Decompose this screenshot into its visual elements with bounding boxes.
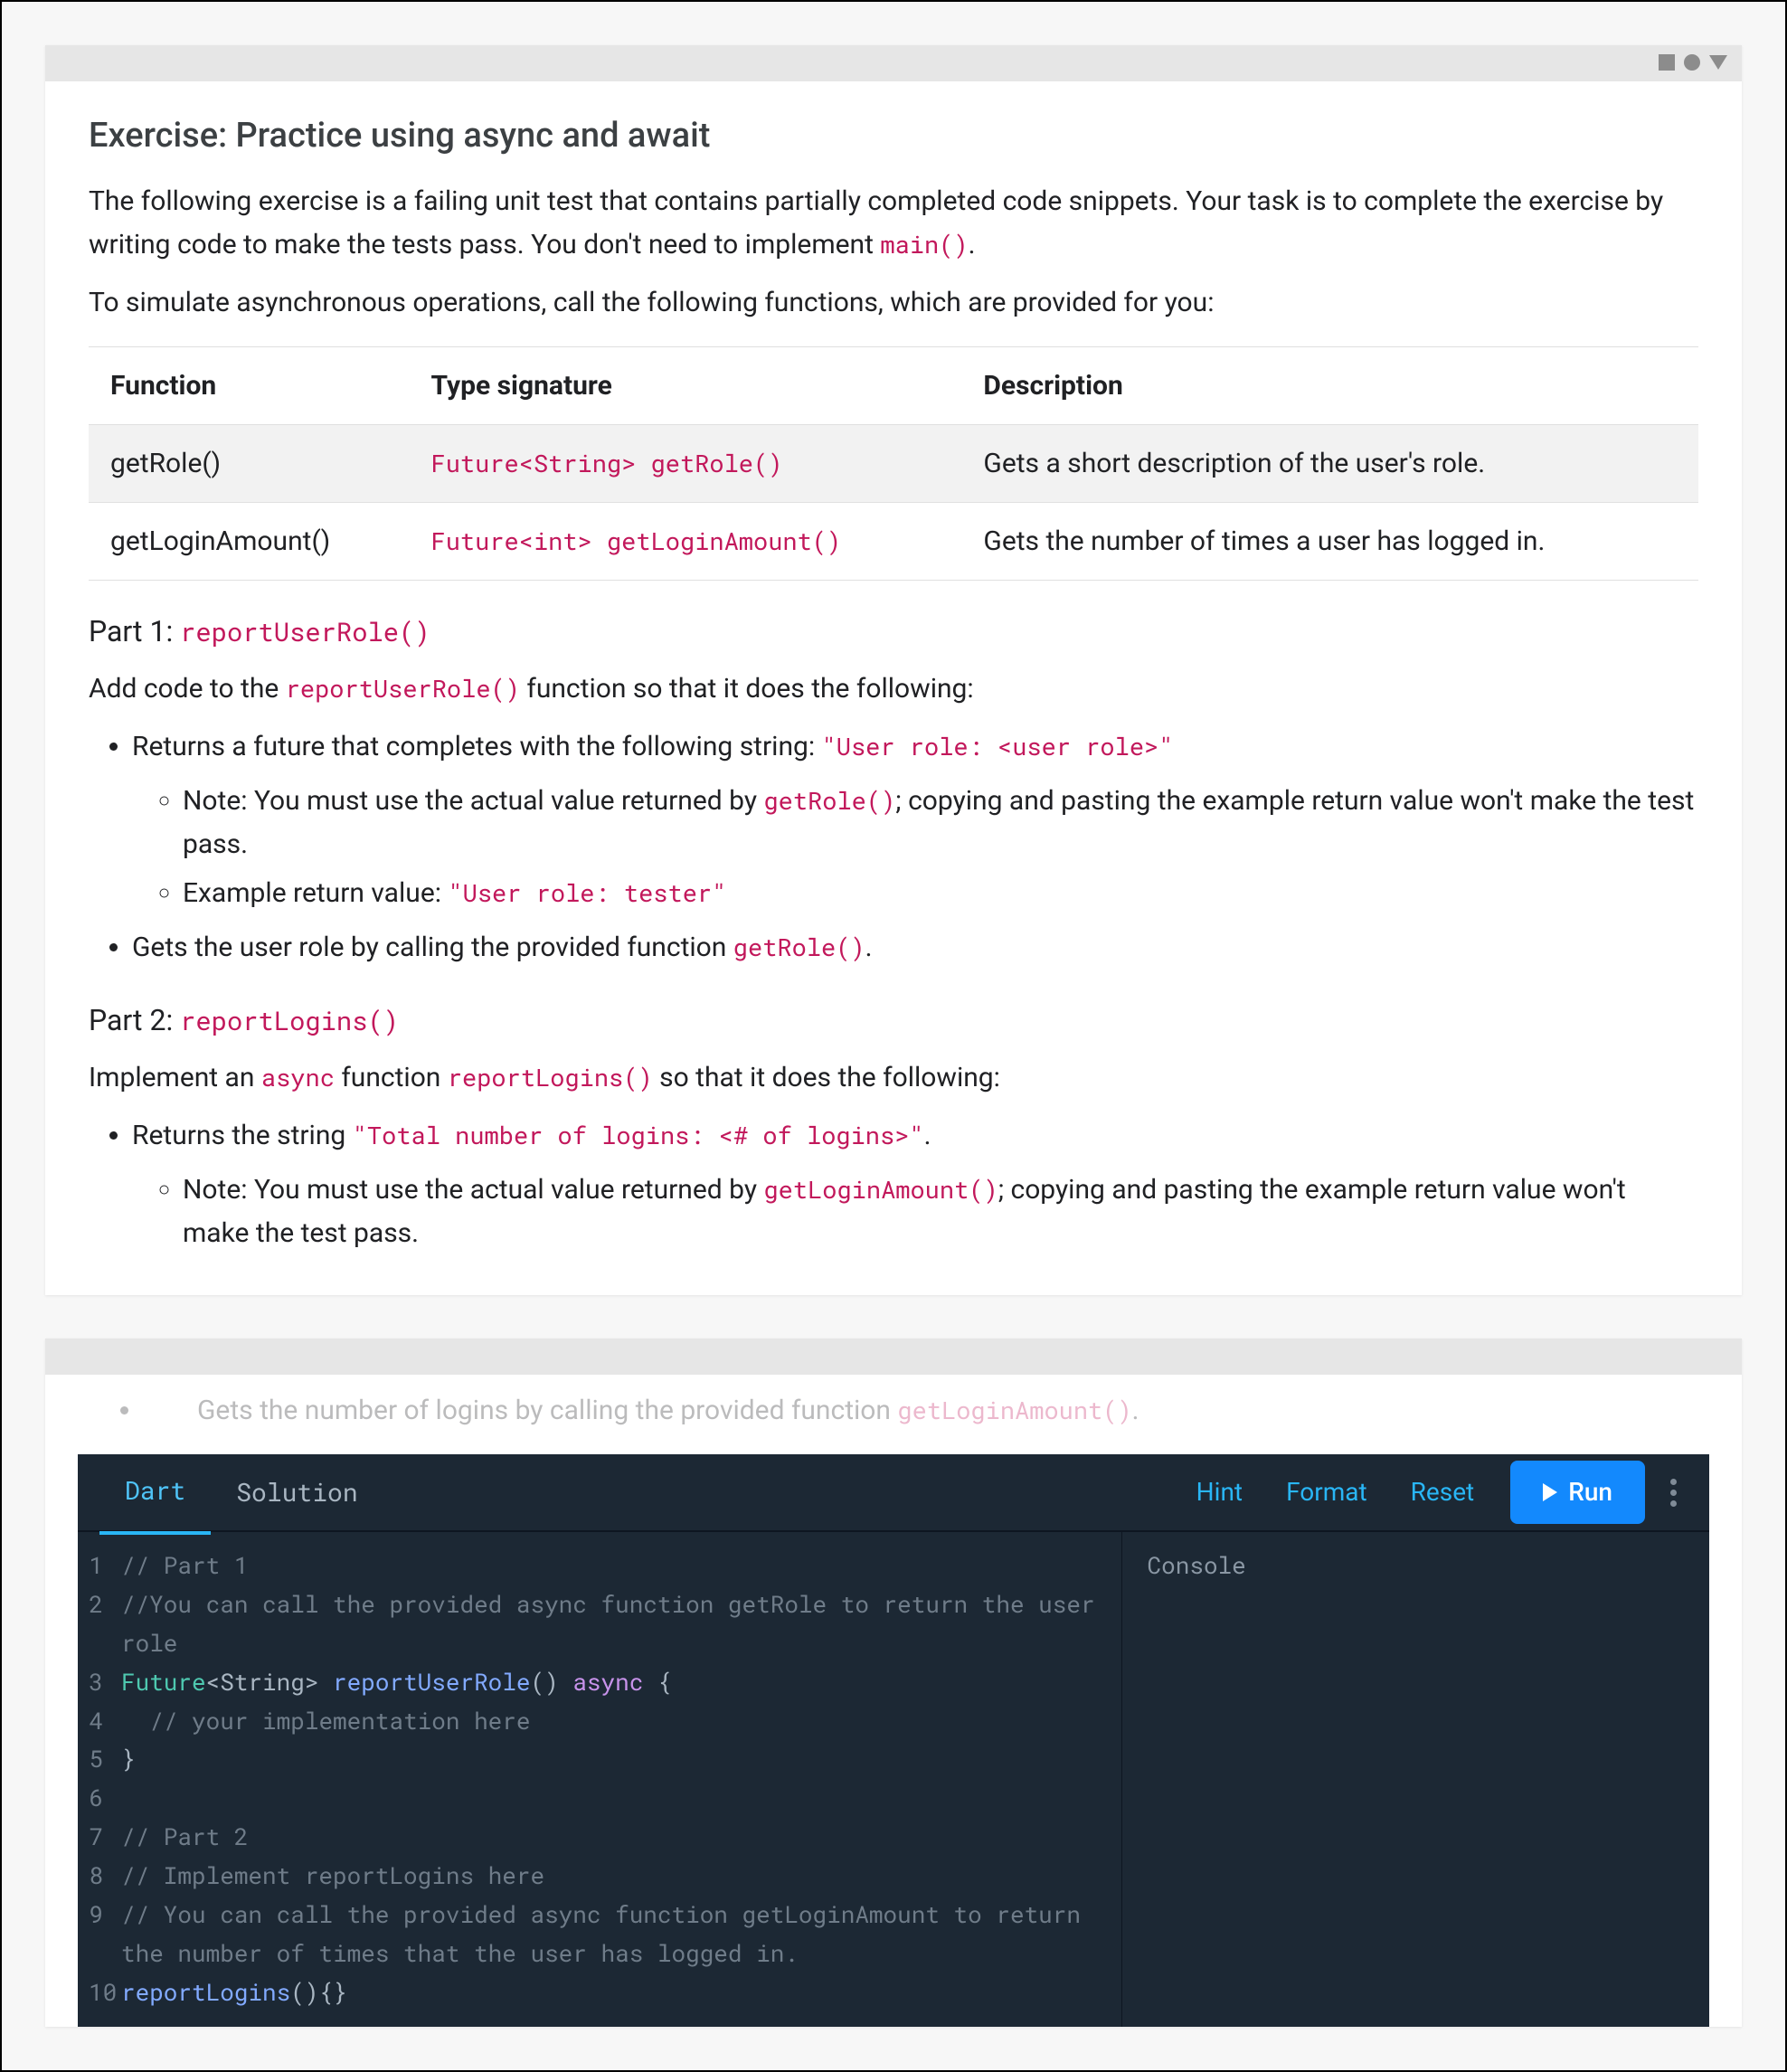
list-item: Gets the number of logins by calling the… <box>143 1386 1742 1443</box>
circle-icon[interactable] <box>1684 54 1700 71</box>
square-icon[interactable] <box>1659 1348 1675 1364</box>
sim-paragraph: To simulate asynchronous operations, cal… <box>89 281 1698 325</box>
part1-list: Returns a future that completes with the… <box>132 725 1698 970</box>
editor-tabs: Dart Solution Hint Format Reset Run <box>78 1454 1709 1532</box>
tab-dart[interactable]: Dart <box>99 1450 211 1535</box>
kebab-menu-icon[interactable] <box>1659 1479 1688 1507</box>
tab-solution[interactable]: Solution <box>211 1452 383 1533</box>
scroll-overflow: Gets the number of logins by calling the… <box>45 1375 1742 1454</box>
part1-desc: Add code to the reportUserRole() functio… <box>89 667 1698 711</box>
table-row: getLoginAmount() Future<int> getLoginAmo… <box>89 503 1698 581</box>
play-icon <box>1543 1483 1557 1501</box>
intro-paragraph: The following exercise is a failing unit… <box>89 180 1698 267</box>
code-area[interactable]: 1// Part 1 2//You can call the provided … <box>78 1532 1122 2027</box>
th-desc: Description <box>961 347 1698 425</box>
editor-card: Gets the number of logins by calling the… <box>45 1339 1742 2027</box>
part2-heading: Part 2: reportLogins() <box>89 998 1698 1042</box>
format-button[interactable]: Format <box>1264 1473 1389 1511</box>
triangle-down-icon[interactable] <box>1709 55 1727 70</box>
th-function: Function <box>89 347 410 425</box>
list-item: Note: You must use the actual value retu… <box>183 780 1698 866</box>
exercise-card: Exercise: Practice using async and await… <box>45 45 1742 1295</box>
card-window-controls <box>1659 1348 1727 1364</box>
card-window-controls <box>1659 54 1727 71</box>
part2-list: Returns the string "Total number of logi… <box>132 1114 1698 1255</box>
square-icon[interactable] <box>1659 54 1675 71</box>
run-button[interactable]: Run <box>1510 1461 1645 1524</box>
main-code: main() <box>880 229 968 260</box>
part1-heading: Part 1: reportUserRole() <box>89 610 1698 653</box>
triangle-down-icon[interactable] <box>1709 1348 1727 1363</box>
th-type: Type signature <box>410 347 962 425</box>
list-item: Returns the string "Total number of logi… <box>132 1114 1698 1255</box>
hint-button[interactable]: Hint <box>1175 1473 1264 1511</box>
reset-button[interactable]: Reset <box>1389 1473 1497 1511</box>
part2-desc: Implement an async function reportLogins… <box>89 1056 1698 1100</box>
console-label: Console <box>1148 1550 1246 1581</box>
list-item: Gets the user role by calling the provid… <box>132 926 1698 970</box>
list-item: Note: You must use the actual value retu… <box>183 1168 1698 1255</box>
circle-icon[interactable] <box>1684 1348 1700 1364</box>
code-editor: Dart Solution Hint Format Reset Run 1// … <box>78 1454 1709 2027</box>
console-pane: Console <box>1122 1532 1709 2027</box>
table-row: getRole() Future<String> getRole() Gets … <box>89 425 1698 503</box>
exercise-title: Exercise: Practice using async and await <box>89 110 1698 162</box>
list-item: Example return value: "User role: tester… <box>183 872 1698 915</box>
functions-table: Function Type signature Description getR… <box>89 346 1698 581</box>
list-item: Returns a future that completes with the… <box>132 725 1698 915</box>
